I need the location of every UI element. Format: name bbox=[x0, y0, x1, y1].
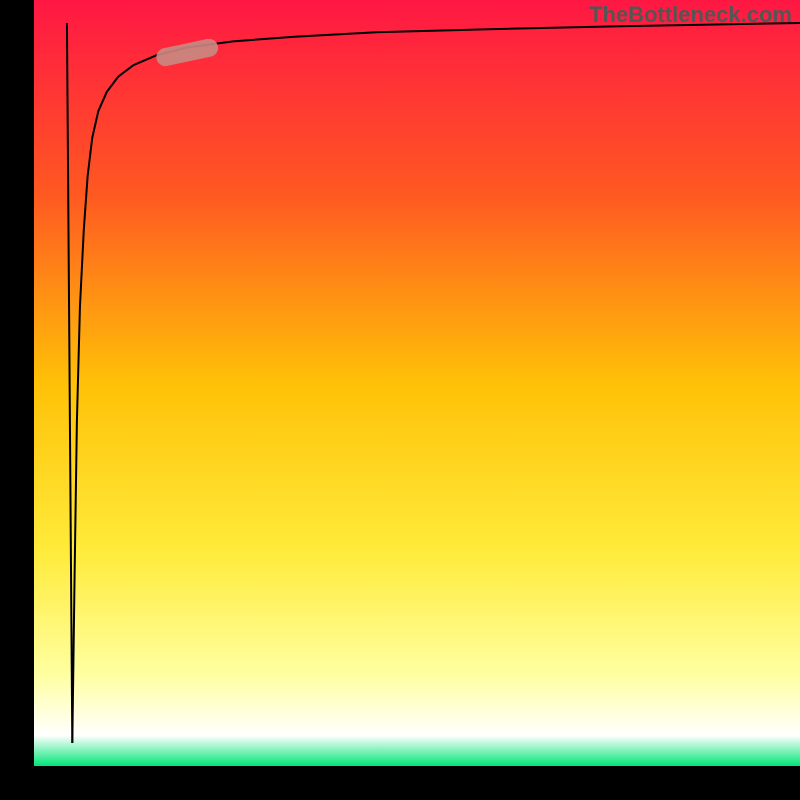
plot-background bbox=[34, 0, 800, 766]
frame-left bbox=[0, 0, 34, 800]
bottleneck-chart bbox=[0, 0, 800, 800]
frame-bottom bbox=[0, 766, 800, 800]
watermark-text: TheBottleneck.com bbox=[589, 2, 792, 28]
